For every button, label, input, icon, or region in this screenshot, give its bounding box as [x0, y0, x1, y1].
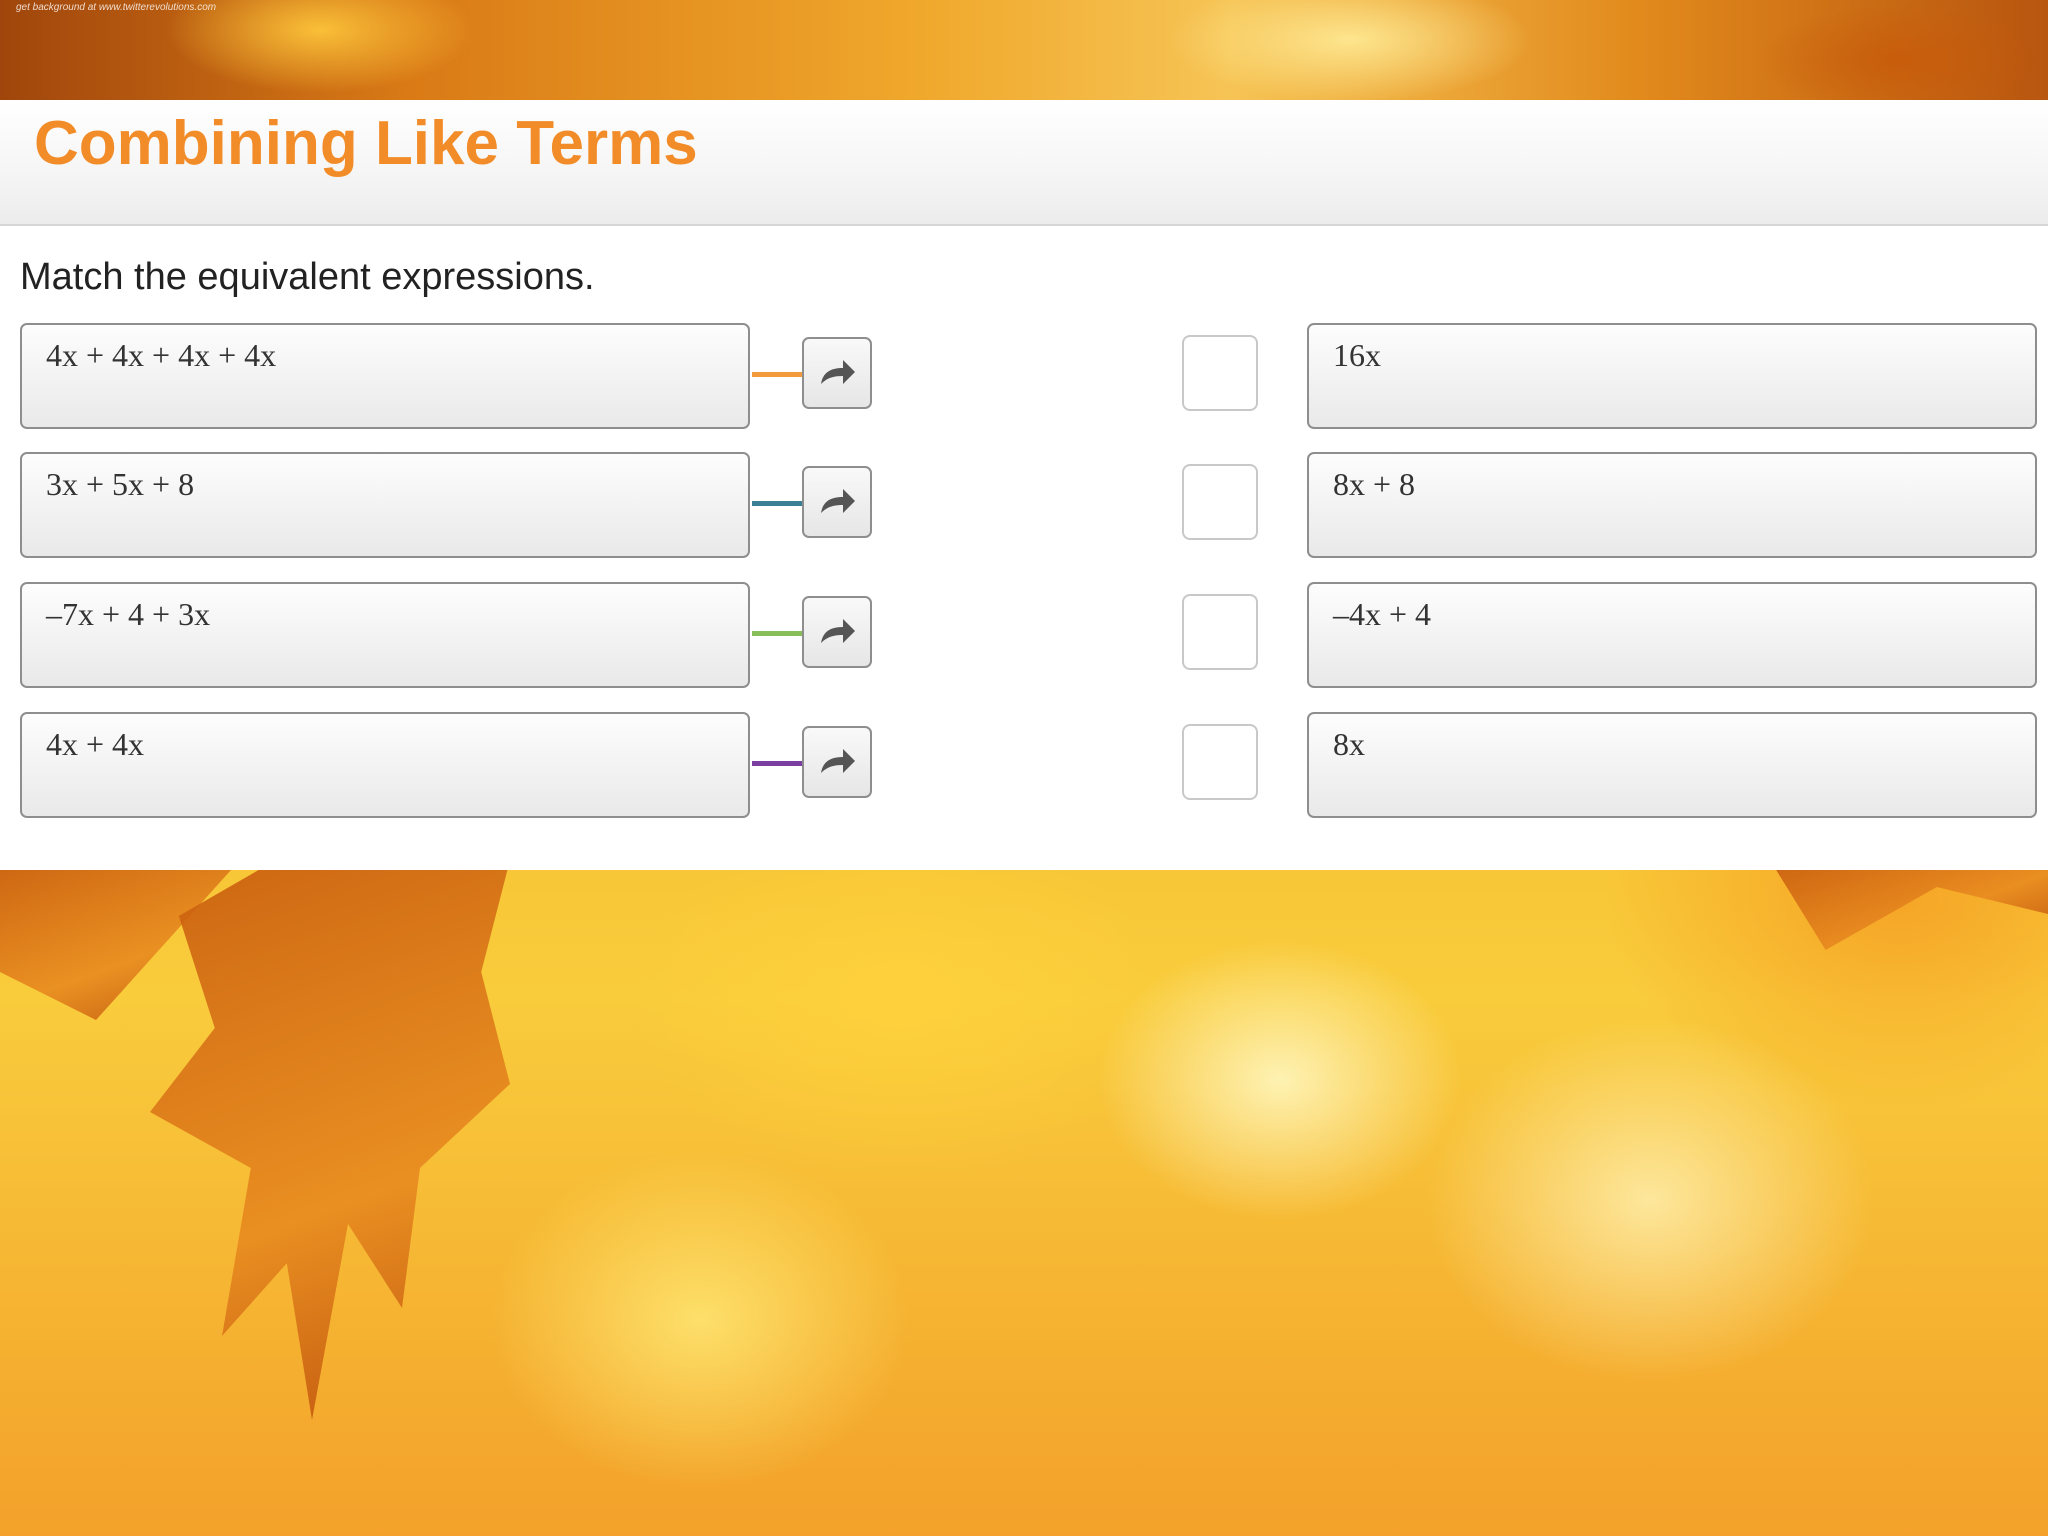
header-bar: Combining Like Terms [0, 100, 2048, 226]
connector-line [752, 631, 802, 636]
match-arrow-button[interactable] [802, 596, 872, 668]
right-expression: 8x [1307, 712, 2037, 818]
connector-line [752, 372, 802, 377]
left-expression[interactable]: 3x + 5x + 8 [20, 452, 750, 558]
curved-arrow-right-icon [821, 619, 855, 643]
match-row: 4x + 4x + 4x + 4x 16x [0, 323, 2048, 435]
connector-line [752, 501, 802, 506]
right-expression: 16x [1307, 323, 2037, 429]
background-credit: get background at www.twitterevolutions.… [16, 2, 217, 13]
match-arrow-button[interactable] [802, 726, 872, 798]
left-expression[interactable]: 4x + 4x + 4x + 4x [20, 323, 750, 429]
left-expression[interactable]: –7x + 4 + 3x [20, 582, 750, 688]
left-expression[interactable]: 4x + 4x [20, 712, 750, 818]
drop-target[interactable] [1182, 724, 1258, 800]
drop-target[interactable] [1182, 594, 1258, 670]
connector-line [752, 761, 802, 766]
curved-arrow-right-icon [821, 489, 855, 513]
background-banner: get background at www.twitterevolutions.… [0, 0, 2048, 100]
drop-target[interactable] [1182, 335, 1258, 411]
background-leaf [150, 860, 510, 1420]
right-expression: 8x + 8 [1307, 452, 2037, 558]
curved-arrow-right-icon [821, 360, 855, 384]
match-row: 4x + 4x 8x [0, 712, 2048, 824]
match-row: –7x + 4 + 3x –4x + 4 [0, 582, 2048, 694]
drop-target[interactable] [1182, 464, 1258, 540]
curved-arrow-right-icon [821, 749, 855, 773]
right-expression: –4x + 4 [1307, 582, 2037, 688]
match-arrow-button[interactable] [802, 466, 872, 538]
instructions: Match the equivalent expressions. [20, 256, 595, 298]
match-row: 3x + 5x + 8 8x + 8 [0, 452, 2048, 564]
match-arrow-button[interactable] [802, 337, 872, 409]
background-leaf [1770, 860, 2048, 950]
activity-panel: Combining Like Terms Match the equivalen… [0, 100, 2048, 870]
page-title: Combining Like Terms [34, 109, 698, 178]
